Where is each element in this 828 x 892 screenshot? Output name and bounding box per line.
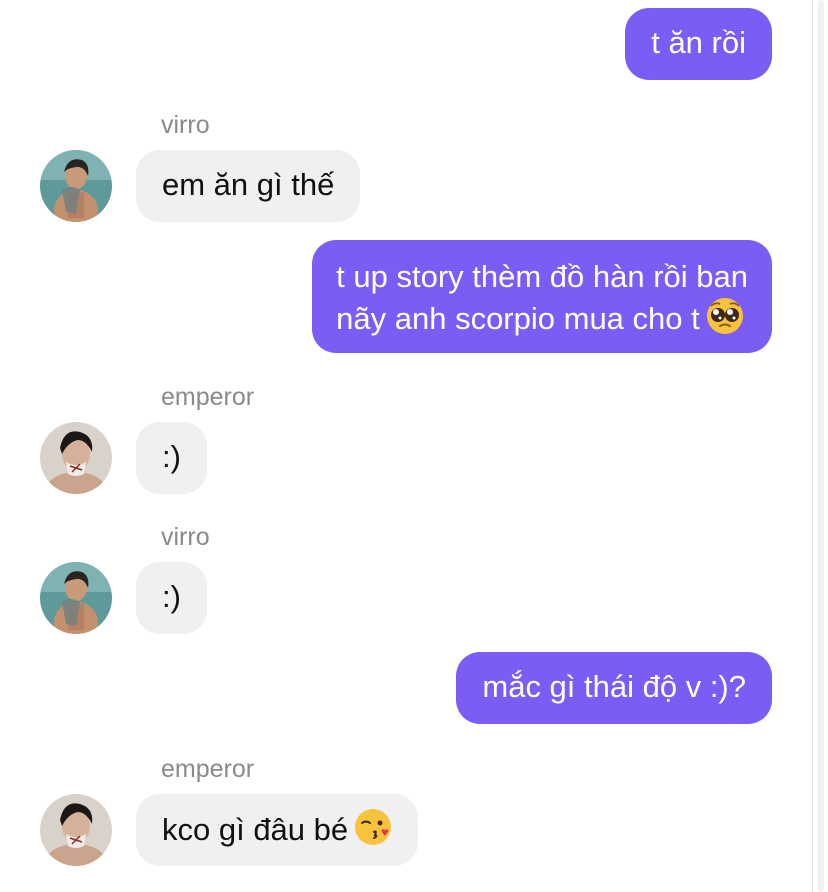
virro-avatar — [40, 150, 112, 222]
incoming-message-bubble[interactable]: :) — [136, 562, 207, 634]
outgoing-message-bubble[interactable]: mắc gì thái độ v :)? — [456, 652, 772, 724]
message-text: mắc gì thái độ v :)? — [482, 669, 746, 704]
pleading-face-icon — [706, 297, 744, 345]
message-text-line: t up story thèm đồ hàn rồi ban — [336, 259, 748, 294]
message-text-line: nãy anh scorpio mua cho t — [336, 297, 748, 345]
message-text: t ăn rồi — [651, 25, 746, 60]
sender-name: virro — [161, 111, 210, 139]
outgoing-message-bubble[interactable]: t ăn rồi — [625, 8, 772, 80]
message-text: em ăn gì thế — [162, 167, 335, 202]
incoming-message-bubble[interactable]: em ăn gì thế — [136, 150, 361, 222]
incoming-message-bubble[interactable]: kco gì đâu bé — [136, 794, 419, 866]
incoming-message-bubble[interactable]: :) — [136, 422, 207, 494]
chat-thread: t ăn rồi virro em ăn gì thế t up story t… — [0, 0, 812, 892]
avatar[interactable] — [40, 562, 112, 634]
sender-name: emperor — [161, 383, 255, 411]
sender-name: virro — [161, 523, 210, 551]
message-text: kco gì đâu bé — [162, 812, 349, 847]
emperor-avatar — [40, 422, 112, 494]
message-text: :) — [162, 439, 181, 474]
scrollbar[interactable] — [812, 0, 828, 892]
scrollbar-thumb[interactable] — [818, 0, 824, 892]
sender-name: emperor — [161, 755, 255, 783]
avatar[interactable] — [40, 794, 112, 866]
avatar[interactable] — [40, 422, 112, 494]
avatar[interactable] — [40, 150, 112, 222]
message-text: :) — [162, 579, 181, 614]
outgoing-message-bubble[interactable]: t up story thèm đồ hàn rồi ban nãy anh s… — [312, 240, 772, 353]
face-blowing-kiss-icon — [354, 808, 392, 856]
virro-avatar — [40, 562, 112, 634]
emperor-avatar — [40, 794, 112, 866]
